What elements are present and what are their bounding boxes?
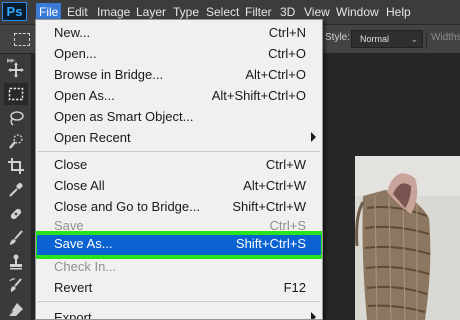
menu-item-label: Export [54,310,92,320]
menu-item-open-recent[interactable]: Open Recent [36,128,322,149]
move-icon [8,62,24,78]
menu-item-label: Revert [54,280,93,295]
history-brush-icon [9,278,22,292]
crop-icon [8,158,24,174]
submenu-arrow-icon [311,132,316,142]
menu-item-label: Open as Smart Object... [54,109,194,124]
menu-item-label: Close and Go to Bridge... [54,199,200,214]
brush-icon [10,230,23,245]
menu-item-shortcut: Alt+Ctrl+O [245,67,306,82]
menu-window[interactable]: Window [333,3,382,21]
submenu-arrow-icon [311,312,316,319]
menu-item-shortcut: Shift+Ctrl+S [235,236,306,251]
tools-panel: ▸▸ [0,54,32,320]
menu-item-close[interactable]: Close Ctrl+W [36,155,322,176]
style-label: Style: [325,32,351,43]
eyedropper-icon [9,182,23,197]
quick-selection-icon [9,134,23,149]
menu-item-label: Close [54,157,88,172]
menu-item-revert[interactable]: Revert F12 [36,278,322,299]
menu-item-label: Check In... [54,259,117,274]
menu-separator [38,301,320,302]
menu-item-close-all[interactable]: Close All Alt+Ctrl+W [36,176,322,197]
menu-item-open-as[interactable]: Open As... Alt+Shift+Ctrl+O [36,86,322,107]
move-tool[interactable] [4,59,28,81]
menu-item-label: Open Recent [54,130,131,145]
menu-item-shortcut: Ctrl+S [269,218,306,233]
menu-item-shortcut: Shift+Ctrl+W [232,199,306,214]
lasso-icon [10,111,24,126]
widths-label: Widths [431,32,460,43]
canvas-photo[interactable] [355,156,460,320]
menu-item-shortcut: Alt+Shift+Ctrl+O [211,88,306,103]
menu-item-shortcut: Ctrl+N [268,25,306,40]
menu-item-label: Browse in Bridge... [54,67,164,82]
menu-item-new[interactable]: New... Ctrl+N [36,23,322,44]
brush-tool[interactable] [4,227,28,249]
menu-item-save-as[interactable]: Save As... Shift+Ctrl+S [36,231,322,259]
style-select-value: Normal [360,34,390,44]
menu-item-label: Save As... [54,236,113,251]
menu-item-open-as-smart-object[interactable]: Open as Smart Object... [36,107,322,128]
file-menu-dropdown: New... Ctrl+N Open... Ctrl+O Browse in B… [35,19,323,320]
eraser-tool[interactable] [4,299,28,320]
menu-item-label: New... [54,25,91,40]
clone-stamp-tool[interactable] [4,251,28,273]
menu-item-label: Open As... [54,88,115,103]
marquee-preset-icon[interactable] [14,33,30,46]
rectangular-marquee-icon [8,87,24,101]
menu-item-shortcut: Ctrl+W [265,157,306,172]
healing-brush-icon [10,208,22,220]
clone-stamp-icon [10,254,22,270]
history-brush-tool[interactable] [4,275,28,297]
lasso-tool[interactable] [4,107,28,129]
style-select[interactable]: Normal ⌄ [351,30,423,48]
menu-item-shortcut: Ctrl+O [268,46,306,61]
menu-item-shortcut: Alt+Ctrl+W [243,178,306,193]
menu-item-export[interactable]: Export [36,308,322,320]
menu-item-browse-in-bridge[interactable]: Browse in Bridge... Alt+Ctrl+O [36,65,322,86]
menu-separator [38,151,320,152]
menu-item-check-in[interactable]: Check In... [36,257,322,278]
eraser-icon [8,303,23,316]
eyedropper-tool[interactable] [4,179,28,201]
crop-tool[interactable] [4,155,28,177]
photoshop-logo: Ps [2,2,27,21]
basket-photo [355,156,460,320]
menu-item-shortcut: F12 [283,280,306,295]
quick-selection-tool[interactable] [4,131,28,153]
menu-item-label: Close All [54,178,105,193]
healing-brush-tool[interactable] [4,203,28,225]
menu-item-close-and-go-to-bridge[interactable]: Close and Go to Bridge... Shift+Ctrl+W [36,197,322,218]
menu-help[interactable]: Help [383,3,414,21]
menu-item-label: Save [54,218,84,233]
menu-item-label: Open... [54,46,97,61]
chevron-down-icon: ⌄ [410,34,418,44]
rectangular-marquee-tool[interactable] [4,83,28,105]
menu-item-open[interactable]: Open... Ctrl+O [36,44,322,65]
divider [426,31,427,49]
